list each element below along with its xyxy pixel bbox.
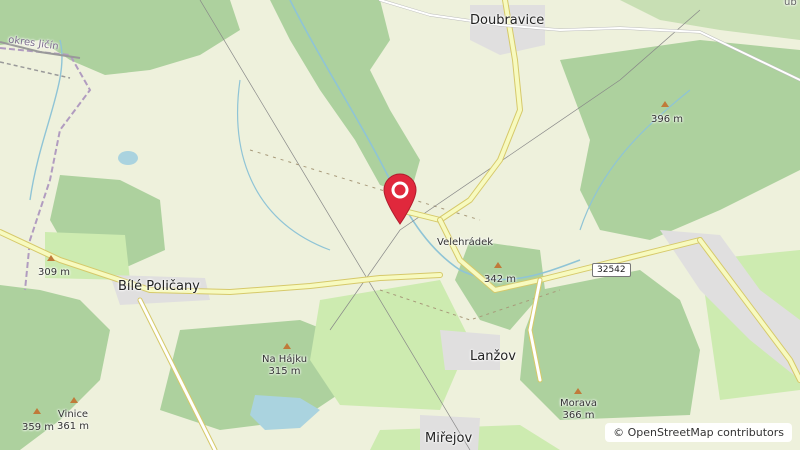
railway bbox=[0, 61, 71, 79]
track bbox=[249, 149, 481, 221]
place-label-lanzov: Lanžov bbox=[470, 349, 516, 364]
stream bbox=[29, 39, 63, 201]
peak-icon bbox=[574, 388, 582, 394]
edge-label: ub bbox=[784, 0, 797, 8]
peak-icon bbox=[33, 408, 41, 414]
place-label-velehradek: Velehrádek bbox=[437, 237, 494, 248]
peak-elevation: 366 m bbox=[562, 409, 595, 421]
map-pin-icon[interactable] bbox=[381, 171, 419, 226]
forest-area bbox=[560, 40, 800, 240]
attribution-link[interactable]: OpenStreetMap contributors bbox=[628, 426, 784, 439]
road-number-shield: 32542 bbox=[592, 263, 631, 277]
forest-area bbox=[620, 0, 800, 40]
forest-area bbox=[0, 285, 110, 450]
forest-area bbox=[520, 270, 700, 420]
peak-icon bbox=[47, 255, 55, 261]
peak-elevation: 342 m bbox=[484, 274, 517, 285]
peak-icon bbox=[283, 343, 291, 349]
place-label-doubravice: Doubravice bbox=[470, 13, 545, 28]
peak-name: Morava bbox=[560, 398, 598, 409]
peak-elevation: 309 m bbox=[38, 267, 71, 278]
peak-icon bbox=[494, 262, 502, 268]
peak-name: Vinice bbox=[57, 409, 89, 420]
peak-label-vinice: Vinice 361 m bbox=[57, 409, 89, 432]
map-canvas[interactable]: Doubravice okres Jičín Velehrádek Bílé P… bbox=[0, 0, 800, 450]
peak-icon bbox=[70, 397, 78, 403]
stream bbox=[237, 79, 331, 251]
peak-label-na-hajku: Na Hájku 315 m bbox=[262, 354, 307, 377]
map-attribution: © OpenStreetMap contributors bbox=[605, 423, 792, 442]
peak-elevation: 359 m bbox=[22, 422, 55, 433]
peak-label-morava: Morava 366 m bbox=[560, 398, 597, 421]
peak-elevation: 361 m bbox=[57, 420, 90, 432]
place-label-bile-policany: Bílé Poličany bbox=[118, 279, 200, 294]
peak-elevation: 396 m bbox=[651, 114, 684, 125]
pond bbox=[118, 151, 138, 165]
place-label-mirejov: Miřejov bbox=[425, 431, 473, 446]
copyright-symbol: © bbox=[613, 426, 625, 439]
peak-icon bbox=[661, 101, 669, 107]
peak-name: Na Hájku bbox=[262, 354, 308, 365]
peak-elevation: 315 m bbox=[268, 365, 301, 377]
